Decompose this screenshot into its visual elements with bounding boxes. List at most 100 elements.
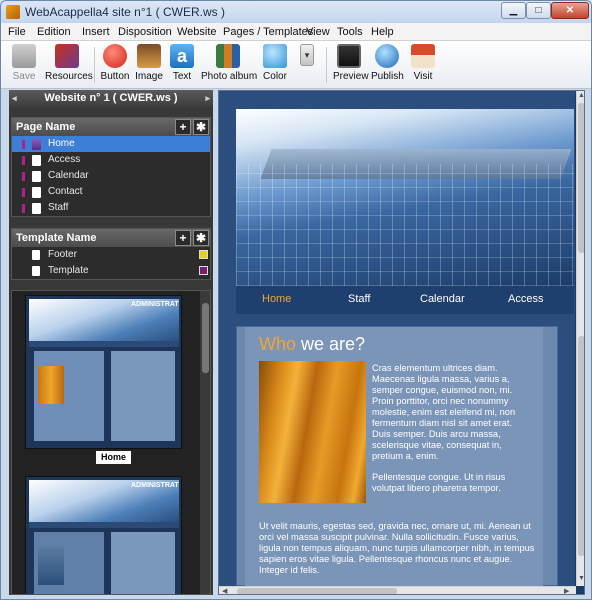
- site-nav: Home Staff Calendar Access: [236, 286, 574, 314]
- app-icon: [6, 5, 20, 19]
- scroll-thumb[interactable]: [578, 103, 584, 253]
- text-tool[interactable]: a Text: [169, 44, 195, 88]
- app-window: WebAcappella4 site n°1 ( CWER.ws ) ▁ □ ✕…: [0, 0, 592, 600]
- collapse-right-icon[interactable]: ▸: [205, 90, 210, 107]
- scroll-track-segment: [578, 336, 584, 556]
- add-page-button[interactable]: +: [175, 119, 191, 135]
- header-image[interactable]: [236, 109, 574, 286]
- resources-button[interactable]: Resources: [45, 44, 93, 88]
- page-item-access[interactable]: Access: [12, 152, 210, 168]
- nav-calendar[interactable]: Calendar: [420, 293, 465, 305]
- horizontal-scrollbar[interactable]: ◀ ▶: [219, 586, 576, 594]
- thumb-image: [38, 547, 64, 585]
- menu-help[interactable]: Help: [371, 26, 394, 38]
- thumb-nav: [29, 522, 179, 528]
- panel-header: ◂ Website n° 1 ( CWER.ws ) ▸: [9, 90, 213, 107]
- publish-button[interactable]: Publish: [371, 44, 404, 88]
- preview-button[interactable]: Preview: [333, 44, 369, 88]
- thumbnails-scrollbar[interactable]: [200, 291, 210, 594]
- menu-tools[interactable]: Tools: [337, 26, 363, 38]
- template-color-swatch[interactable]: [199, 250, 208, 259]
- photo-album-tool[interactable]: Photo album: [201, 44, 257, 88]
- nav-access[interactable]: Access: [508, 293, 543, 305]
- page-item-staff[interactable]: Staff: [12, 200, 210, 216]
- scroll-down-icon[interactable]: ▼: [578, 575, 584, 582]
- page-marker: [22, 156, 25, 165]
- template-section-header: Template Name + ✱: [12, 229, 210, 247]
- page-marker: [22, 204, 25, 213]
- paragraph-2[interactable]: Pellentesque congue. Ut in risus volutpa…: [372, 472, 532, 494]
- panel-title: Website n° 1 ( CWER.ws ): [44, 92, 178, 104]
- scroll-left-icon[interactable]: ◀: [222, 587, 227, 594]
- thumb-admin-text: ADMINISTRAT: [131, 301, 179, 308]
- page-marker: [22, 188, 25, 197]
- page-marker: [22, 140, 25, 149]
- red-button-icon: [103, 44, 127, 68]
- template-settings-gear-icon[interactable]: ✱: [193, 230, 209, 246]
- template-section-title: Template Name: [16, 232, 97, 244]
- paragraph-3[interactable]: Ut velit mauris, egestas sed, gravida ne…: [259, 521, 541, 576]
- toolbar: Save Resources Button Image a Text Photo…: [1, 41, 591, 89]
- wood-texture-image[interactable]: [259, 361, 366, 503]
- vertical-scrollbar[interactable]: ▲ ▼: [576, 91, 584, 586]
- template-item-template[interactable]: Template: [12, 263, 210, 279]
- minimize-button[interactable]: ▁: [501, 2, 526, 19]
- template-section: Template Name + ✱ Footer Template: [11, 228, 211, 280]
- image-tool[interactable]: Image: [135, 44, 163, 88]
- scroll-up-icon[interactable]: ▲: [578, 92, 584, 99]
- globe-icon: [375, 44, 399, 68]
- template-color-swatch[interactable]: [199, 266, 208, 275]
- thumbnail-caption: Home: [96, 451, 132, 464]
- toolbar-separator: [326, 47, 327, 83]
- collapse-left-icon[interactable]: ◂: [12, 90, 17, 107]
- content-heading[interactable]: Who we are?: [259, 334, 365, 355]
- house-icon: [411, 44, 435, 68]
- save-button[interactable]: Save: [9, 44, 39, 88]
- menu-insert[interactable]: Insert: [82, 26, 110, 38]
- scroll-right-icon[interactable]: ▶: [564, 587, 569, 594]
- page-label: Calendar: [48, 170, 89, 181]
- thumb-image: [38, 366, 64, 404]
- thumbnail-home[interactable]: ADMINISTRAT: [25, 295, 182, 449]
- page-settings-gear-icon[interactable]: ✱: [193, 119, 209, 135]
- more-tools-button[interactable]: ▾: [299, 44, 315, 88]
- toolbar-separator: [94, 47, 95, 83]
- page-section: Page Name + ✱ Home Access Calendar Conta…: [11, 117, 211, 217]
- menu-disposition[interactable]: Disposition: [118, 26, 172, 38]
- page-editor: Home Staff Calendar Access Who we are? C…: [218, 90, 585, 595]
- floppy-icon: [12, 44, 36, 68]
- page-item-home[interactable]: Home: [12, 136, 210, 152]
- button-tool[interactable]: Button: [100, 44, 130, 88]
- nav-staff[interactable]: Staff: [348, 293, 370, 305]
- page-item-contact[interactable]: Contact: [12, 184, 210, 200]
- page-label: Home: [48, 138, 75, 149]
- nav-home[interactable]: Home: [262, 293, 291, 305]
- menu-edition[interactable]: Edition: [37, 26, 71, 38]
- page-item-calendar[interactable]: Calendar: [12, 168, 210, 184]
- visit-button[interactable]: Visit: [409, 44, 437, 88]
- scroll-thumb[interactable]: [237, 588, 397, 594]
- thumbnail-page[interactable]: ADMINISTRAT: [25, 476, 182, 594]
- close-button[interactable]: ✕: [551, 2, 589, 19]
- page-icon: [32, 155, 41, 166]
- paragraph-1[interactable]: Cras elementum ultrices diam. Maecenas l…: [372, 363, 532, 462]
- site-panel: ◂ Website n° 1 ( CWER.ws ) ▸ Page Name +…: [9, 90, 213, 595]
- menu-pages-templates[interactable]: Pages / Templates: [223, 26, 313, 38]
- resources-icon: [55, 44, 79, 68]
- text-icon: a: [170, 44, 194, 68]
- menu-view[interactable]: View: [306, 26, 330, 38]
- page-thumbnails: ADMINISTRAT Home ADMINISTRAT: [11, 290, 211, 595]
- color-tool[interactable]: Color: [260, 44, 290, 88]
- thumb-nav: [29, 341, 179, 347]
- title-bar: WebAcappella4 site n°1 ( CWER.ws ) ▁ □ ✕: [1, 1, 591, 23]
- template-item-footer[interactable]: Footer: [12, 247, 210, 263]
- menu-file[interactable]: File: [8, 26, 26, 38]
- add-template-button[interactable]: +: [175, 230, 191, 246]
- maximize-button[interactable]: □: [526, 2, 551, 19]
- template-icon: [32, 266, 40, 276]
- page-section-title: Page Name: [16, 121, 76, 133]
- menu-website[interactable]: Website: [177, 26, 217, 38]
- template-label: Template: [48, 265, 89, 276]
- scroll-thumb[interactable]: [202, 303, 209, 373]
- image-icon: [137, 44, 161, 68]
